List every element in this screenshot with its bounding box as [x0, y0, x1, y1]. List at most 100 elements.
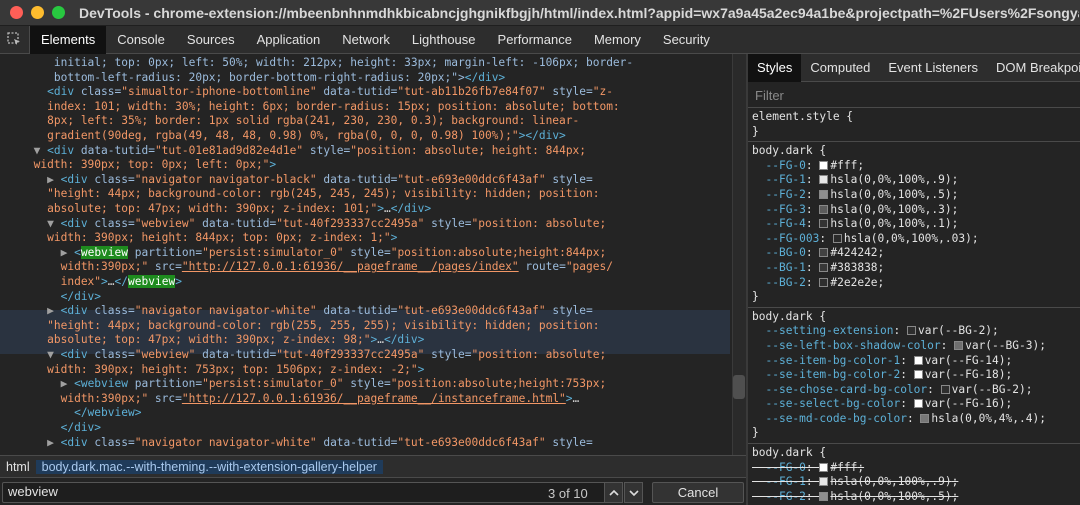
dom-tree-line[interactable]: index">…</webview>	[0, 275, 730, 290]
property-name[interactable]: --FG-2	[765, 490, 805, 503]
property-value[interactable]: var(--BG-2)	[918, 324, 992, 337]
rule-selector[interactable]: body.dark {	[752, 310, 1076, 325]
css-property[interactable]: --se-left-box-shadow-color: var(--BG-3);	[752, 339, 1076, 354]
tab-performance[interactable]: Performance	[487, 26, 583, 54]
property-value[interactable]: hsla(0,0%,100%,.5)	[830, 490, 951, 503]
property-value[interactable]: hsla(0,0%,100%,.1)	[830, 217, 951, 230]
tab-lighthouse[interactable]: Lighthouse	[401, 26, 487, 54]
color-swatch-icon[interactable]	[819, 248, 829, 258]
search-next-button[interactable]	[624, 482, 643, 503]
css-property[interactable]: --BG-2: #2e2e2e;	[752, 276, 1076, 291]
dom-tree-line[interactable]: bottom-left-radius: 20px; border-bottom-…	[0, 71, 730, 86]
property-name[interactable]: --FG-0	[765, 461, 805, 474]
rule-selector[interactable]: body.dark {	[752, 446, 1076, 461]
color-swatch-icon[interactable]	[819, 277, 829, 287]
property-name[interactable]: --FG-1	[765, 173, 805, 186]
dom-tree-line[interactable]: width: 390px; top: 0px; left: 0px;">	[0, 158, 730, 173]
minimize-window-button[interactable]	[31, 6, 44, 19]
color-swatch-icon[interactable]	[940, 384, 950, 394]
property-name[interactable]: --BG-2	[765, 276, 805, 289]
dom-tree-line[interactable]: ▶ <div class="navigator navigator-white"…	[0, 304, 730, 319]
property-value[interactable]: #383838	[830, 261, 877, 274]
rule-selector[interactable]: element.style {	[752, 110, 1076, 125]
dom-tree-line[interactable]: gradient(90deg, rgba(49, 48, 48, 0.98) 0…	[0, 129, 730, 144]
dom-tree-line[interactable]: ▼ <div class="webview" data-tutid="tut-4…	[0, 348, 730, 363]
inspect-element-icon[interactable]	[0, 25, 30, 54]
property-value[interactable]: hsla(0,0%,100%,.3)	[830, 203, 951, 216]
property-value[interactable]: hsla(0,0%,100%,.9)	[830, 475, 951, 488]
breadcrumb-body[interactable]: body.dark.mac.--with-theming.--with-exte…	[35, 459, 383, 474]
search-cancel-button[interactable]: Cancel	[652, 482, 744, 503]
zoom-window-button[interactable]	[52, 6, 65, 19]
property-value[interactable]: var(--FG-14)	[925, 354, 1006, 367]
css-property[interactable]: --setting-extension: var(--BG-2);	[752, 324, 1076, 339]
css-property[interactable]: --FG-1: hsla(0,0%,100%,.9);	[752, 173, 1076, 188]
tab-application[interactable]: Application	[246, 26, 332, 54]
css-property[interactable]: --FG-2: hsla(0,0%,100%,.5);	[752, 188, 1076, 203]
expand-toggle-icon[interactable]: ▼	[0, 348, 61, 361]
css-property[interactable]: --FG-2: hsla(0,0%,100%,.5);	[752, 490, 1076, 505]
expand-toggle-icon[interactable]: ▶	[0, 436, 61, 449]
color-swatch-icon[interactable]	[954, 340, 964, 350]
property-value[interactable]: var(--BG-3)	[965, 339, 1039, 352]
color-swatch-icon[interactable]	[913, 355, 923, 365]
search-previous-button[interactable]	[604, 482, 623, 503]
color-swatch-icon[interactable]	[819, 491, 829, 501]
dom-tree-line[interactable]: </div>	[0, 421, 730, 436]
property-value[interactable]: #fff	[830, 159, 857, 172]
dom-token[interactable]: "http://127.0.0.1:61936/__pageframe__/pa…	[182, 260, 519, 273]
close-window-button[interactable]	[10, 6, 23, 19]
dom-tree-line[interactable]: width:390px;" src="http://127.0.0.1:6193…	[0, 392, 730, 407]
dom-tree-line[interactable]: ▶ <webview partition="persist:simulator_…	[0, 377, 730, 392]
elements-tree[interactable]: initial; top: 0px; left: 50%; width: 212…	[0, 54, 730, 455]
css-property[interactable]: --FG-0: #fff;	[752, 461, 1076, 476]
property-name[interactable]: --FG-003	[765, 232, 819, 245]
property-name[interactable]: --BG-0	[765, 246, 805, 259]
dom-tree-line[interactable]: width: 390px; height: 753px; top: 1506px…	[0, 363, 730, 378]
styles-tab-event-listeners[interactable]: Event Listeners	[879, 54, 987, 82]
color-swatch-icon[interactable]	[920, 413, 930, 423]
property-name[interactable]: --FG-4	[765, 217, 805, 230]
css-property[interactable]: --FG-003: hsla(0,0%,100%,.03);	[752, 232, 1076, 247]
property-value[interactable]: hsla(0,0%,4%,.4)	[931, 412, 1039, 425]
color-swatch-icon[interactable]	[832, 233, 842, 243]
tab-sources[interactable]: Sources	[176, 26, 246, 54]
property-name[interactable]: --setting-extension	[765, 324, 893, 337]
expand-toggle-icon[interactable]: ▶	[0, 377, 74, 390]
color-swatch-icon[interactable]	[913, 399, 923, 409]
color-swatch-icon[interactable]	[819, 189, 829, 199]
css-property[interactable]: --FG-1: hsla(0,0%,100%,.9);	[752, 475, 1076, 490]
styles-tab-styles[interactable]: Styles	[748, 53, 802, 82]
property-name[interactable]: --se-item-bg-color-1	[765, 354, 900, 367]
property-value[interactable]: var(--BG-2)	[952, 383, 1026, 396]
dom-tree-line[interactable]: initial; top: 0px; left: 50%; width: 212…	[0, 56, 730, 71]
color-swatch-icon[interactable]	[906, 326, 916, 336]
property-name[interactable]: --se-chose-card-bg-color	[765, 383, 927, 396]
property-name[interactable]: --se-md-code-bg-color	[765, 412, 906, 425]
css-property[interactable]: --BG-1: #383838;	[752, 261, 1076, 276]
css-property[interactable]: --FG-4: hsla(0,0%,100%,.1);	[752, 217, 1076, 232]
css-property[interactable]: --FG-3: hsla(0,0%,100%,.3);	[752, 203, 1076, 218]
dom-tree-line[interactable]: "height: 44px; background-color: rgb(255…	[0, 319, 730, 334]
css-property[interactable]: --se-item-bg-color-2: var(--FG-18);	[752, 368, 1076, 383]
dom-tree-line[interactable]: 8px; left: 35%; border: 1px solid rgba(2…	[0, 114, 730, 129]
styles-filter-input[interactable]: Filter	[748, 82, 1080, 108]
property-name[interactable]: --se-item-bg-color-2	[765, 368, 900, 381]
expand-toggle-icon[interactable]: ▶	[0, 173, 61, 186]
color-swatch-icon[interactable]	[819, 160, 829, 170]
tab-network[interactable]: Network	[331, 26, 401, 54]
dom-tree-line[interactable]: </webview>	[0, 406, 730, 421]
dom-tree-line[interactable]: absolute; top: 47px; width: 390px; z-ind…	[0, 333, 730, 348]
css-property[interactable]: --se-chose-card-bg-color: var(--BG-2);	[752, 383, 1076, 398]
property-name[interactable]: --se-left-box-shadow-color	[765, 339, 940, 352]
property-name[interactable]: --FG-3	[765, 203, 805, 216]
color-swatch-icon[interactable]	[819, 204, 829, 214]
color-swatch-icon[interactable]	[819, 262, 829, 272]
dom-tree-line[interactable]: ▶ <div class="navigator navigator-white"…	[0, 436, 730, 451]
elements-scrollbar-thumb[interactable]	[733, 375, 745, 399]
dom-tree-line[interactable]: ▶ <div class="navigator navigator-black"…	[0, 173, 730, 188]
dom-tree-line[interactable]: </div>	[0, 290, 730, 305]
tab-security[interactable]: Security	[652, 26, 721, 54]
dom-tree-line[interactable]: <div class="simualtor-iphone-bottomline"…	[0, 85, 730, 100]
property-value[interactable]: #2e2e2e	[830, 276, 877, 289]
